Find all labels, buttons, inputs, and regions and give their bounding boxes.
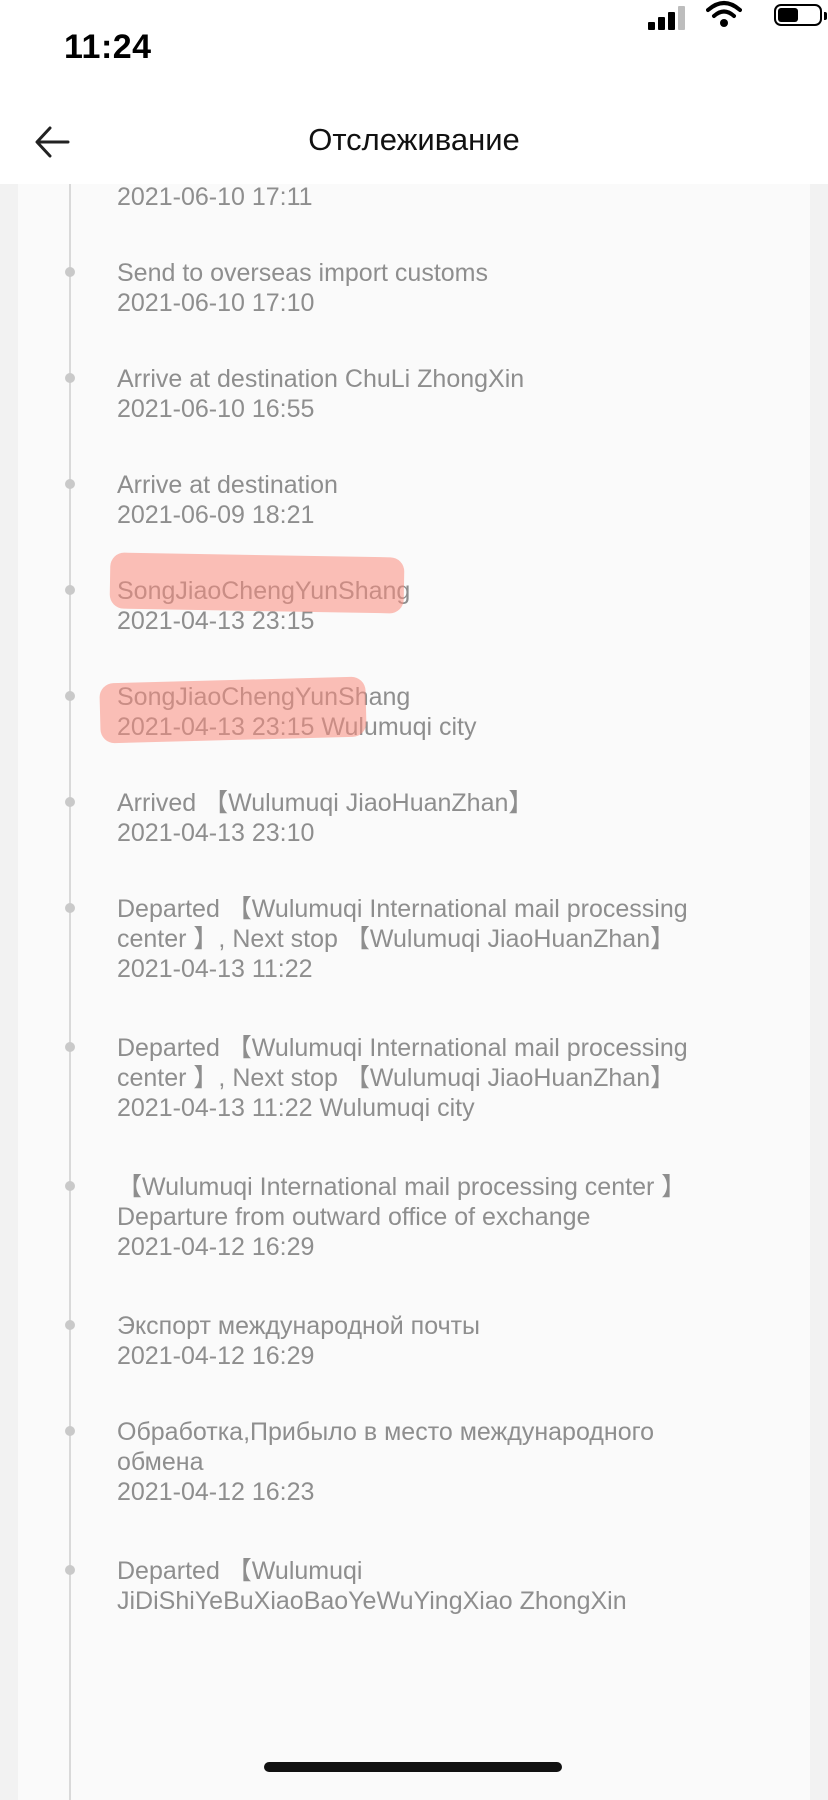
event-text: Departed 【Wulumuqi International mail pr… [117, 1032, 777, 1125]
event-line-last: 2021-04-12 16:23 [117, 1478, 315, 1506]
event-line: Обработка,Прибыло в место международного [117, 1418, 655, 1446]
timeline-dot [65, 1565, 75, 1575]
home-indicator [264, 1762, 562, 1772]
tracking-timeline: JingWaiJinKou Customs clearance,2021-06-… [18, 150, 810, 1800]
event-line: 【Wulumuqi International mail processing … [117, 1173, 687, 1201]
event-line-last: 2021-06-10 17:10 [117, 289, 315, 317]
event-line: center 】, Next stop 【Wulumuqi JiaoHuanZh… [117, 1064, 676, 1092]
timeline-dot [65, 267, 75, 277]
timeline-dot [65, 585, 75, 595]
event-line: Arrived 【Wulumuqi JiaoHuanZhan】 [117, 789, 534, 817]
event-line-last: JiDiShiYeBuXiaoBaoYeWuYingXiao ZhongXin [117, 1587, 627, 1615]
event-line-last: 2021-04-12 16:29 [117, 1233, 315, 1261]
event-line: обмена [117, 1448, 204, 1476]
event-line-last: 2021-06-10 16:55 [117, 395, 315, 423]
wifi-icon [706, 1, 742, 27]
event-line: Send to overseas import customs [117, 259, 488, 287]
event-text: 【Wulumuqi International mail processing … [117, 1171, 777, 1264]
event-line: center 】, Next stop 【Wulumuqi JiaoHuanZh… [117, 925, 676, 953]
battery-icon [774, 4, 827, 26]
signal-icon [648, 6, 688, 30]
timeline-dot [65, 797, 75, 807]
event-text: Departed 【Wulumuqi JiDiShiYeBuXiaoBaoYeWu… [117, 1555, 777, 1618]
page-title: Отслеживание [308, 122, 520, 157]
event-text: Обработка,Прибыло в место международного… [117, 1416, 777, 1509]
highlight-mark [99, 676, 367, 744]
event-line: Departed 【Wulumuqi [117, 1557, 363, 1585]
status-bar: 11:24 [0, 0, 828, 100]
event-line-last: 2021-04-13 11:22 Wulumuqi city [117, 1094, 475, 1122]
event-line-last: 2021-04-12 16:29 [117, 1342, 315, 1370]
event-text: Экспорт международной почты 2021-04-12 16… [117, 1310, 777, 1373]
event-text: Arrive at destination ChuLi ZhongXin 2021… [117, 363, 777, 426]
timeline-dot [65, 1181, 75, 1191]
timeline-dot [65, 1320, 75, 1330]
event-line: Экспорт международной почты [117, 1312, 481, 1340]
event-line: Arrive at destination [117, 471, 338, 499]
event-text: Arrive at destination 2021-06-09 18:21 [117, 469, 777, 532]
event-line-last: 2021-04-13 23:10 [117, 819, 315, 847]
timeline-dot [65, 479, 75, 489]
event-line: Arrive at destination ChuLi ZhongXin [117, 365, 525, 393]
status-time: 11:24 [64, 28, 152, 66]
timeline-dot [65, 1426, 75, 1436]
event-line-last: 2021-06-09 18:21 [117, 501, 315, 529]
event-text: Send to overseas import customs 2021-06-1… [117, 257, 777, 320]
timeline-dot [65, 1042, 75, 1052]
event-line: Departed 【Wulumuqi International mail pr… [117, 1034, 688, 1062]
event-line-last: 2021-06-10 17:11 [117, 183, 313, 211]
nav-bar: Отслеживание [0, 100, 828, 184]
event-text: Departed 【Wulumuqi International mail pr… [117, 893, 777, 986]
timeline-dot [65, 691, 75, 701]
timeline-dot [65, 903, 75, 913]
highlight-mark [109, 552, 405, 614]
event-text: Arrived 【Wulumuqi JiaoHuanZhan】 2021-04-1… [117, 787, 777, 850]
event-line: Departure from outward office of exchang… [117, 1203, 591, 1231]
event-line: Departed 【Wulumuqi International mail pr… [117, 895, 688, 923]
timeline-line [69, 150, 71, 1800]
timeline-dot [65, 373, 75, 383]
event-line-last: 2021-04-13 11:22 [117, 955, 313, 983]
